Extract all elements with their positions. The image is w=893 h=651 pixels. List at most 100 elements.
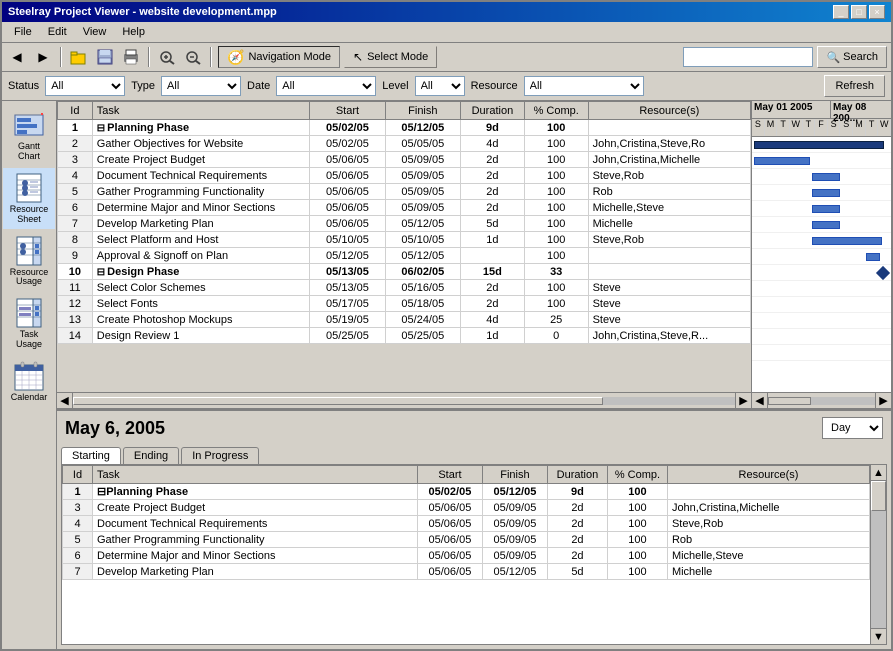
table-row[interactable]: 8 Select Platform and Host 05/10/05 05/1… [58,232,751,248]
row-resources: Steve [588,280,750,296]
zoom-out-button[interactable] [182,46,204,68]
compass-icon: 🧭 [227,49,244,66]
row-duration: 2d [461,168,525,184]
upper-horizontal-scrollbar[interactable]: ◀ ▶ [57,392,751,408]
print-icon [122,49,140,65]
type-select[interactable]: All [161,76,241,96]
zoom-in-button[interactable] [156,46,178,68]
day-view-select[interactable]: Day Week Month [822,417,883,439]
table-row[interactable]: 1 ⊟Planning Phase 05/02/05 05/12/05 9d 1… [58,120,751,136]
table-row[interactable]: 10 ⊟Design Phase 05/13/05 06/02/05 15d 3… [58,264,751,280]
gantt-scroll-track[interactable] [768,397,875,405]
type-label: Type [131,80,155,92]
menu-help[interactable]: Help [114,24,153,40]
row-id: 10 [58,264,93,280]
minimize-button[interactable]: _ [833,5,849,19]
gantt-row-11 [752,297,891,313]
sidebar-item-calendar[interactable]: Calendar [3,356,55,407]
scroll-up-button[interactable]: ▲ [871,465,886,481]
row-comp: 33 [524,264,588,280]
gantt-bar-1 [754,141,884,149]
select-mode-button[interactable]: ↖ Select Mode [344,46,437,68]
row-task: Create Project Budget [92,152,309,168]
row-resources: Steve,Rob [588,168,750,184]
bottom-vertical-scrollbar[interactable]: ▲ ▼ [870,465,886,644]
table-row[interactable]: 14 Design Review 1 05/25/05 05/25/05 1d … [58,328,751,344]
close-button[interactable]: × [869,5,885,19]
scroll-thumb-v[interactable] [871,481,886,511]
maximize-button[interactable]: □ [851,5,867,19]
sidebar-item-task-usage[interactable]: TaskUsage [3,293,55,354]
bottom-col-finish: Finish [482,466,547,484]
refresh-button[interactable]: Refresh [824,75,885,97]
cursor-icon: ↖ [353,50,363,64]
bottom-row-start: 05/02/05 [417,484,482,500]
resource-select[interactable]: All [524,76,644,96]
level-select[interactable]: All [415,76,465,96]
table-row[interactable]: 11 Select Color Schemes 05/13/05 05/16/0… [58,280,751,296]
table-row[interactable]: 13 Create Photoshop Mockups 05/19/05 05/… [58,312,751,328]
bottom-row-comp: 100 [607,532,667,548]
bottom-table-row[interactable]: 7 Develop Marketing Plan 05/06/05 05/12/… [63,564,870,580]
save-button[interactable] [94,46,116,68]
sidebar-item-resource-sheet[interactable]: ResourceSheet [3,168,55,229]
scroll-down-button[interactable]: ▼ [871,628,886,644]
gantt-scroll-right[interactable]: ▶ [875,393,891,409]
gantt-horizontal-scrollbar[interactable]: ◀ ▶ [752,392,891,408]
menu-view[interactable]: View [75,24,115,40]
scroll-track-v[interactable] [871,481,886,628]
bottom-table-row[interactable]: 1 ⊟Planning Phase 05/02/05 05/12/05 9d 1… [63,484,870,500]
scroll-track[interactable] [73,397,735,405]
forward-button[interactable]: ▶ [32,46,54,68]
bottom-table-row[interactable]: 5 Gather Programming Functionality 05/06… [63,532,870,548]
search-input[interactable] [683,47,813,67]
zoom-in-icon [158,49,176,65]
row-duration: 5d [461,216,525,232]
table-row[interactable]: 9 Approval & Signoff on Plan 05/12/05 05… [58,248,751,264]
upper-task-table: Id Task Start Finish Duration % Comp. Re… [57,101,751,344]
row-resources [588,248,750,264]
task-table-container: Id Task Start Finish Duration % Comp. Re… [57,101,752,408]
navigation-mode-button[interactable]: 🧭 Navigation Mode [218,46,340,68]
back-button[interactable]: ◀ [6,46,28,68]
scroll-right-button[interactable]: ▶ [735,393,751,409]
table-row[interactable]: 7 Develop Marketing Plan 05/06/05 05/12/… [58,216,751,232]
table-row[interactable]: 6 Determine Major and Minor Sections 05/… [58,200,751,216]
bottom-row-comp: 100 [607,564,667,580]
gantt-bars-area [752,137,891,392]
status-select[interactable]: All [45,76,125,96]
table-row[interactable]: 5 Gather Programming Functionality 05/06… [58,184,751,200]
menu-file[interactable]: File [6,24,40,40]
gantt-scroll-thumb[interactable] [768,397,811,405]
bottom-table-row[interactable]: 4 Document Technical Requirements 05/06/… [63,516,870,532]
bottom-row-resources [667,484,869,500]
gantt-row-14 [752,345,891,361]
search-button[interactable]: 🔍 Search [817,46,887,68]
bottom-table-row[interactable]: 3 Create Project Budget 05/06/05 05/09/0… [63,500,870,516]
table-row[interactable]: 2 Gather Objectives for Website 05/02/05… [58,136,751,152]
table-row[interactable]: 4 Document Technical Requirements 05/06/… [58,168,751,184]
gantt-bar-2 [754,157,810,165]
bottom-table-row[interactable]: 6 Determine Major and Minor Sections 05/… [63,548,870,564]
lower-section: May 6, 2005 Day Week Month Starting Endi… [57,411,891,649]
date-select[interactable]: All [276,76,376,96]
print-button[interactable] [120,46,142,68]
menu-edit[interactable]: Edit [40,24,75,40]
table-row[interactable]: 3 Create Project Budget 05/06/05 05/09/0… [58,152,751,168]
gantt-milestone-9 [876,266,890,280]
gantt-scroll-left[interactable]: ◀ [752,393,768,409]
sidebar-item-gantt-chart[interactable]: GanttChart [3,105,55,166]
table-row[interactable]: 12 Select Fonts 05/17/05 05/18/05 2d 100… [58,296,751,312]
tab-in-progress[interactable]: In Progress [181,447,259,464]
scroll-left-button[interactable]: ◀ [57,393,73,409]
tab-starting[interactable]: Starting [61,447,121,464]
sidebar-item-resource-usage[interactable]: ResourceUsage [3,231,55,292]
row-start: 05/06/05 [310,216,385,232]
bottom-task-table: Id Task Start Finish Duration % Comp. Re… [62,465,870,580]
open-button[interactable] [68,46,90,68]
row-id: 2 [58,136,93,152]
bottom-row-resources: Michelle [667,564,869,580]
tab-ending[interactable]: Ending [123,447,179,464]
gantt-row-3 [752,169,891,185]
scroll-thumb[interactable] [73,397,603,405]
